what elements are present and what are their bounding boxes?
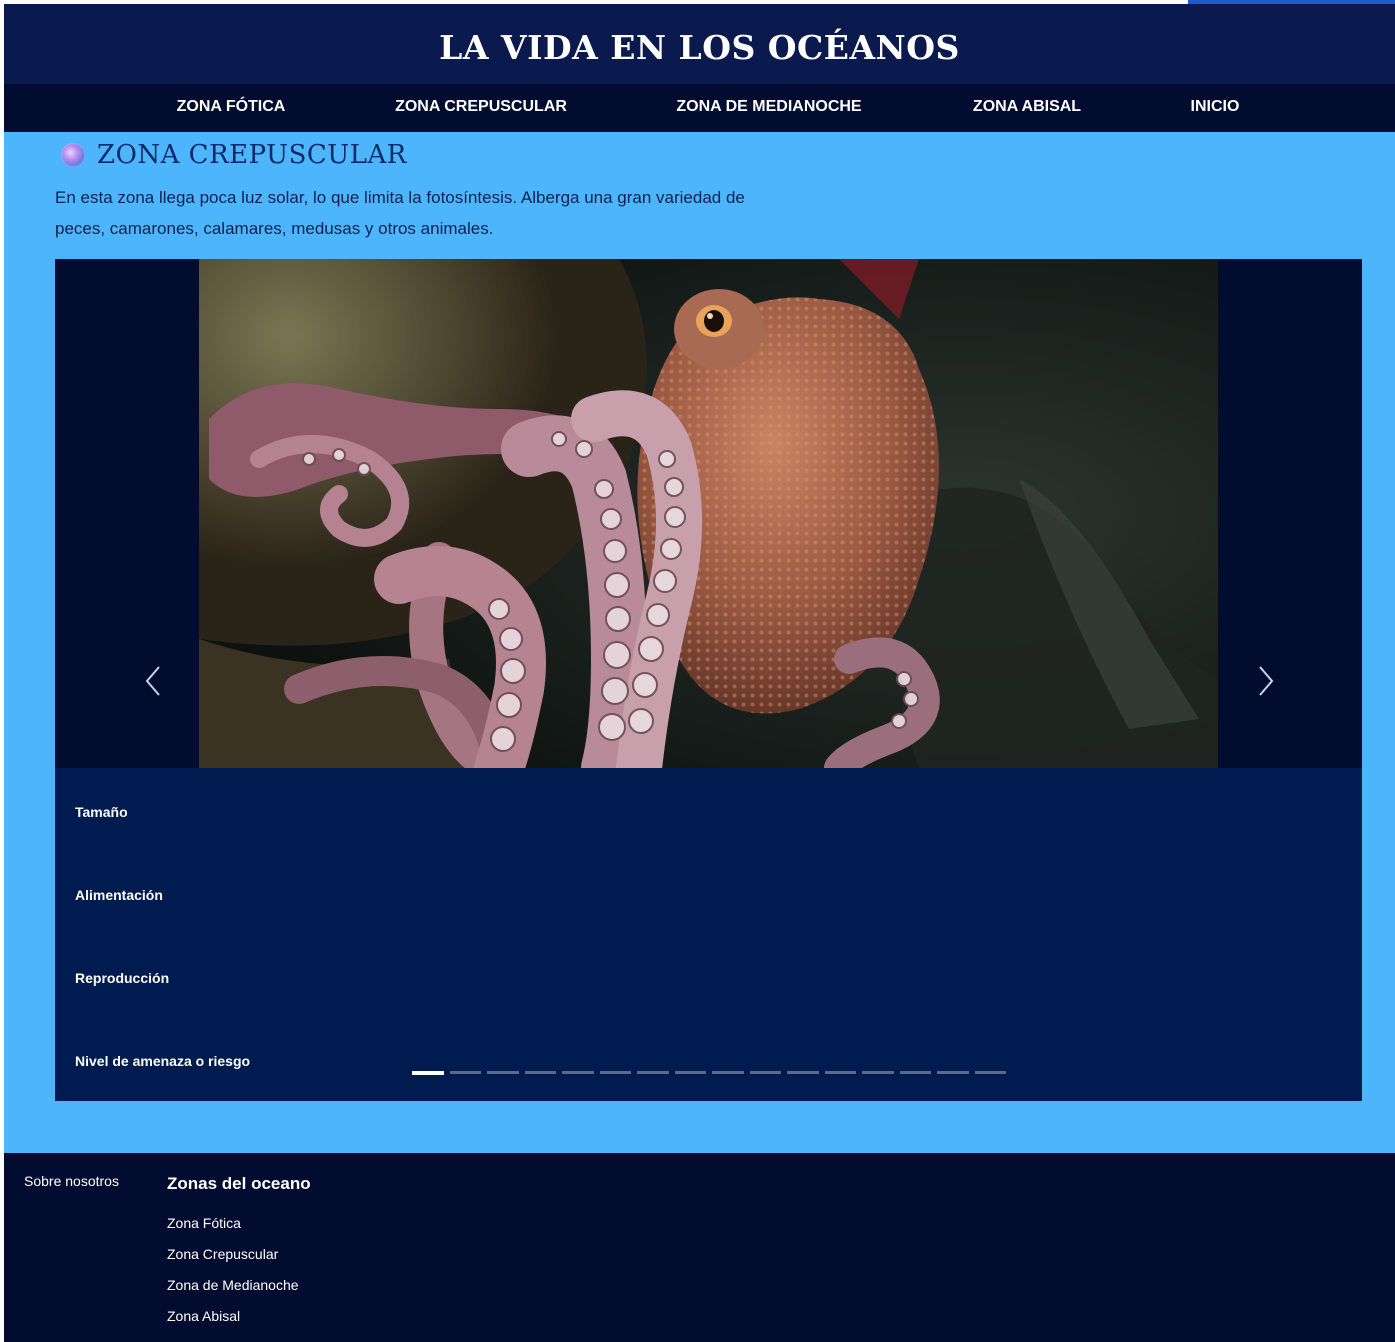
octopus-photo: [199, 259, 1218, 768]
carousel-indicator[interactable]: [412, 1071, 444, 1075]
carousel-indicator[interactable]: [824, 1071, 856, 1074]
carousel-indicator[interactable]: [562, 1071, 594, 1074]
carousel-indicator[interactable]: [787, 1071, 819, 1074]
nav-zona-fotica[interactable]: ZONA FÓTICA: [177, 84, 286, 132]
carousel-indicator[interactable]: [749, 1071, 781, 1074]
nav-inicio[interactable]: INICIO: [1191, 84, 1240, 132]
carousel-indicator[interactable]: [599, 1071, 631, 1074]
footer-zones-heading: Zonas del oceano: [167, 1174, 311, 1193]
carousel-indicator[interactable]: [637, 1071, 669, 1074]
carousel-indicator[interactable]: [712, 1071, 744, 1074]
footer-link-zona-abisal[interactable]: Zona Abisal: [167, 1308, 240, 1324]
carousel-indicator[interactable]: [937, 1071, 969, 1074]
carousel-indicator[interactable]: [487, 1071, 519, 1074]
zone-orb-icon: [61, 143, 85, 167]
species-carousel: Tamaño Alimentación Reproducción Nivel d…: [55, 259, 1362, 1101]
footer-link-zona-crepuscular[interactable]: Zona Crepuscular: [167, 1246, 278, 1262]
footer-link-zona-fotica[interactable]: Zona Fótica: [167, 1215, 241, 1231]
chevron-right-icon: [1259, 666, 1274, 696]
info-feeding-label: Alimentación: [75, 887, 163, 903]
nav-zona-abisal[interactable]: ZONA ABISAL: [973, 84, 1081, 132]
carousel-image-stage: [55, 259, 1362, 768]
carousel-indicator[interactable]: [674, 1071, 706, 1074]
info-threat-label: Nivel de amenaza o riesgo: [75, 1053, 251, 1069]
info-reproduction-label: Reproducción: [75, 970, 170, 986]
carousel-indicator[interactable]: [449, 1071, 481, 1074]
info-size-label: Tamaño: [75, 804, 128, 820]
section-description: En esta zona llega poca luz solar, lo qu…: [55, 188, 745, 238]
section-heading: ZONA CREPUSCULAR: [59, 140, 407, 170]
nav-zona-medianoche[interactable]: ZONA DE MEDIANOCHE: [676, 84, 861, 132]
footer-link-zona-medianoche[interactable]: Zona de Medianoche: [167, 1277, 299, 1293]
carousel-next-button[interactable]: [1251, 659, 1281, 703]
carousel-indicators: [412, 1071, 1006, 1075]
footer-about-link[interactable]: Sobre nosotros: [24, 1173, 119, 1189]
carousel-prev-button[interactable]: [138, 659, 168, 703]
carousel-indicator[interactable]: [899, 1071, 931, 1074]
carousel-indicator[interactable]: [524, 1071, 556, 1074]
site-header: LA VIDA EN LOS OCÉANOS: [4, 4, 1395, 84]
site-footer: Sobre nosotros Zonas del oceano Zona Fót…: [4, 1153, 1395, 1342]
chevron-left-icon: [145, 666, 160, 696]
main-nav: ZONA FÓTICA ZONA CREPUSCULAR ZONA DE MED…: [4, 84, 1395, 132]
carousel-indicator[interactable]: [862, 1071, 894, 1074]
carousel-indicator[interactable]: [974, 1071, 1006, 1074]
section-title: ZONA CREPUSCULAR: [97, 140, 407, 170]
nav-zona-crepuscular[interactable]: ZONA CREPUSCULAR: [395, 84, 567, 132]
page-frame: LA VIDA EN LOS OCÉANOS ZONA FÓTICA ZONA …: [4, 4, 1395, 1342]
site-title: LA VIDA EN LOS OCÉANOS: [439, 27, 960, 67]
